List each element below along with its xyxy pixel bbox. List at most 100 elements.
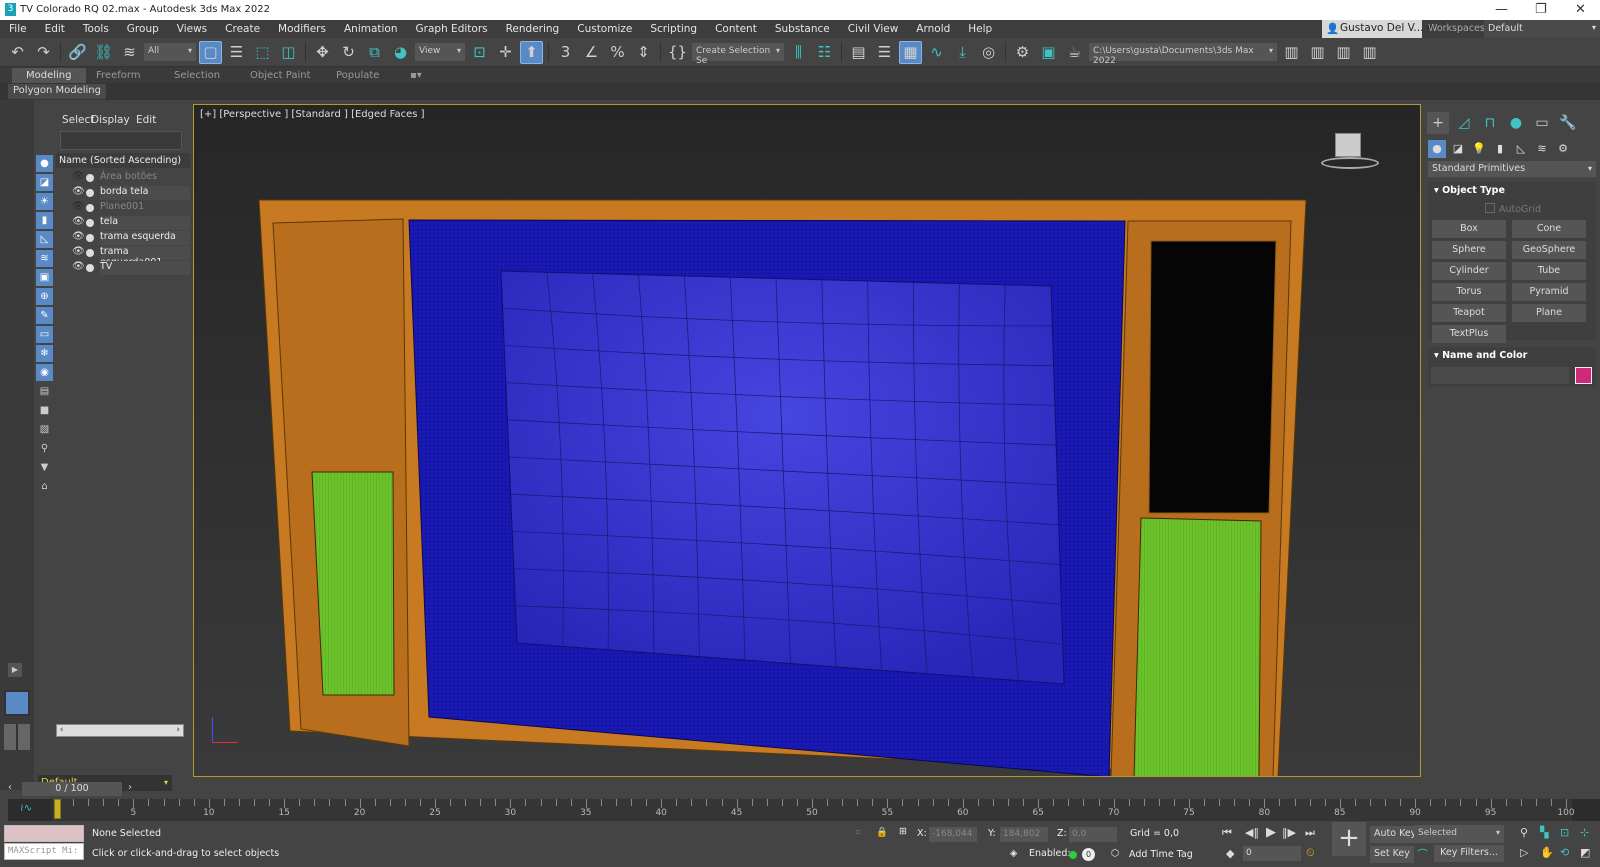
pan-icon[interactable]: ✋: [1540, 846, 1554, 859]
primitive-button-pyramid[interactable]: Pyramid: [1512, 283, 1586, 301]
set-key-big-icon[interactable]: +: [1332, 822, 1366, 856]
redo-icon[interactable]: ↷: [32, 41, 55, 64]
rendered-frame-window-icon[interactable]: ▣: [1037, 41, 1060, 64]
menu-edit[interactable]: Edit: [36, 23, 74, 35]
schematic-view-icon[interactable]: ⤓: [951, 41, 974, 64]
zoom-extents-all-icon[interactable]: ⊹: [1580, 826, 1589, 839]
go-to-end-icon[interactable]: ⏭: [1305, 826, 1315, 840]
spacewarps-category-icon[interactable]: ≋: [1533, 140, 1551, 158]
visibility-eye-icon[interactable]: 👁: [72, 261, 85, 272]
menu-views[interactable]: Views: [168, 23, 216, 35]
primitive-button-plane[interactable]: Plane: [1512, 304, 1586, 322]
current-frame-field[interactable]: 0: [1243, 846, 1301, 861]
window-crossing-icon[interactable]: ◫: [277, 41, 300, 64]
zoom-all-icon[interactable]: ▚: [1540, 826, 1548, 839]
align-icon[interactable]: ☷: [813, 41, 836, 64]
motion-tab-icon[interactable]: ●: [1505, 112, 1527, 134]
primitive-category-dropdown[interactable]: Standard Primitives: [1428, 161, 1596, 177]
select-object-icon[interactable]: ▢: [199, 40, 222, 64]
selection-lock-icon[interactable]: 🔒: [876, 827, 888, 838]
primitive-button-textplus[interactable]: TextPlus: [1432, 325, 1506, 343]
frozen-filter-icon[interactable]: ❄: [36, 345, 53, 362]
freeze-toggle-icon[interactable]: [86, 234, 94, 242]
lights-category-icon[interactable]: 💡: [1470, 140, 1488, 158]
zoom-extents-icon[interactable]: ⊡: [1560, 826, 1569, 839]
curve-editor-icon[interactable]: ∿: [925, 41, 948, 64]
time-tag-icon[interactable]: ⬡: [1111, 848, 1119, 859]
track-bar-ruler[interactable]: 0510152025303540455055606570758085909510…: [52, 799, 1575, 821]
menu-civil-view[interactable]: Civil View: [839, 23, 908, 35]
render-production-icon[interactable]: ☕: [1063, 41, 1086, 64]
containers-filter-icon[interactable]: ▭: [36, 326, 53, 343]
menu-substance[interactable]: Substance: [766, 23, 839, 35]
visibility-eye-icon[interactable]: 👁: [72, 231, 85, 242]
bind-space-warp-icon[interactable]: ≋: [118, 41, 141, 64]
find-icon[interactable]: ⚲: [36, 440, 53, 457]
menu-group[interactable]: Group: [118, 23, 168, 35]
mirror-icon[interactable]: ⫼: [787, 41, 810, 64]
perspective-viewport[interactable]: [+] [Perspective ] [Standard ] [Edged Fa…: [193, 104, 1421, 777]
visibility-eye-icon[interactable]: 👁: [72, 171, 85, 182]
render-setup-icon[interactable]: ⚙: [1011, 41, 1034, 64]
object-name-input[interactable]: [1431, 367, 1569, 384]
xrefs-filter-icon[interactable]: ⊕: [36, 288, 53, 305]
restore-icon[interactable]: ❐: [1535, 2, 1547, 17]
explorer-horizontal-scrollbar[interactable]: ‹ ›: [56, 724, 184, 737]
rect-selection-icon[interactable]: ⬚: [251, 41, 274, 64]
menu-content[interactable]: Content: [706, 23, 766, 35]
maxscript-listener-output[interactable]: [4, 825, 84, 842]
freeze-toggle-icon[interactable]: [86, 219, 94, 227]
explorer-row[interactable]: 👁 TV: [56, 260, 190, 275]
filter-icon[interactable]: ▼: [36, 459, 53, 476]
hidden-filter-icon[interactable]: ◉: [36, 364, 53, 381]
menu-animation[interactable]: Animation: [335, 23, 407, 35]
groups-filter-icon[interactable]: ▣: [36, 269, 53, 286]
select-by-name-icon[interactable]: ☰: [225, 41, 248, 64]
pivot-center-icon[interactable]: ⊡: [468, 41, 491, 64]
modify-tab-icon[interactable]: ◿: [1453, 112, 1475, 134]
field-of-view-icon[interactable]: ▷: [1520, 846, 1528, 859]
adaptive-degradation-icon[interactable]: ◈: [1010, 848, 1017, 859]
freeze-toggle-icon[interactable]: [86, 204, 94, 212]
shapes-filter-icon[interactable]: ◪: [36, 174, 53, 191]
time-next-icon[interactable]: ›: [128, 782, 132, 793]
z-coordinate-field[interactable]: 0,0: [1069, 827, 1117, 842]
default-in-out-tangents-icon[interactable]: ⌒: [1417, 846, 1428, 862]
freeze-toggle-icon[interactable]: [86, 189, 94, 197]
menu-help[interactable]: Help: [959, 23, 1001, 35]
object-color-swatch[interactable]: [1575, 367, 1592, 384]
primitive-button-torus[interactable]: Torus: [1432, 283, 1506, 301]
invert-display-icon[interactable]: ▧: [36, 421, 53, 438]
ribbon-tab-freeform[interactable]: Freeform: [82, 68, 155, 84]
time-configuration-icon[interactable]: ⏲: [1306, 846, 1315, 860]
layer-explorer-icon[interactable]: ☰: [873, 41, 896, 64]
user-account-button[interactable]: 👤 Gustavo Del V... ▾: [1322, 20, 1432, 38]
cameras-filter-icon[interactable]: ▮: [36, 212, 53, 229]
spinner-snap-icon[interactable]: ⇕: [632, 41, 655, 64]
manipulate-icon[interactable]: ⬆: [520, 40, 543, 64]
ribbon-tab-populate[interactable]: Populate: [322, 68, 393, 84]
helpers-category-icon[interactable]: ◺: [1512, 140, 1530, 158]
scene-explorer-icon[interactable]: ▤: [847, 41, 870, 64]
freeze-toggle-icon[interactable]: [86, 264, 94, 272]
geometry-filter-icon[interactable]: ●: [36, 155, 53, 172]
menu-tools[interactable]: Tools: [74, 23, 118, 35]
add-time-tag-button[interactable]: Add Time Tag: [1129, 849, 1193, 860]
menu-rendering[interactable]: Rendering: [497, 23, 569, 35]
bones-filter-icon[interactable]: ✎: [36, 307, 53, 324]
key-filters-button[interactable]: Key Filters...: [1434, 845, 1504, 862]
create-tab-icon[interactable]: +: [1427, 112, 1449, 134]
zoom-icon[interactable]: ⚲: [1520, 826, 1528, 839]
minimize-icon[interactable]: —: [1495, 2, 1508, 17]
explorer-search-input[interactable]: [60, 131, 182, 150]
container-icon[interactable]: ⌂: [36, 478, 53, 495]
time-prev-icon[interactable]: ‹: [8, 782, 12, 793]
primitive-button-geosphere[interactable]: GeoSphere: [1512, 241, 1586, 259]
material-editor-icon[interactable]: ◎: [977, 41, 1000, 64]
quad-layout-icon[interactable]: [4, 724, 30, 750]
create-project-icon[interactable]: ▥: [1332, 41, 1355, 64]
orbit-icon[interactable]: ⟲: [1560, 846, 1569, 859]
freeze-toggle-icon[interactable]: [86, 174, 94, 182]
helpers-filter-icon[interactable]: ◺: [36, 231, 53, 248]
go-to-start-icon[interactable]: ⏮: [1222, 826, 1232, 840]
